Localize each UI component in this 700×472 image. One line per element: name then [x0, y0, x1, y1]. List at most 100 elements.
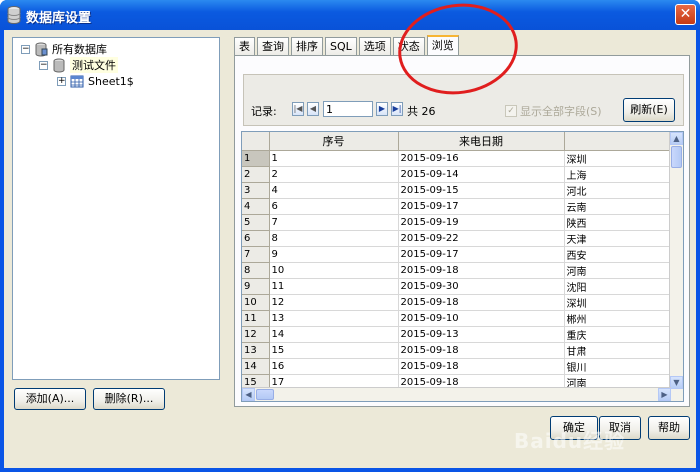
tab-options[interactable]: 选项 [358, 37, 391, 56]
cell-date[interactable]: 2015-09-10 [398, 310, 565, 327]
column-header-id[interactable]: 序号 [269, 132, 399, 151]
cell-id[interactable]: 11 [269, 278, 399, 295]
tab-sql[interactable]: SQL [325, 37, 357, 56]
cell-id[interactable]: 7 [269, 214, 399, 231]
cell-city[interactable]: 河南 [564, 262, 675, 279]
cell-id[interactable]: 13 [269, 310, 399, 327]
cell-id[interactable]: 4 [269, 182, 399, 199]
collapse-toggle-icon[interactable]: − [39, 60, 48, 70]
cell-date[interactable]: 2015-09-14 [398, 166, 565, 183]
table-row[interactable]: 8 10 2015-09-18 河南 [242, 262, 675, 279]
cell-city[interactable]: 郴州 [564, 310, 675, 327]
help-button[interactable]: 帮助 [648, 416, 690, 440]
tab-sort[interactable]: 排序 [291, 37, 323, 56]
cell-city[interactable]: 西安 [564, 246, 675, 263]
cell-date[interactable]: 2015-09-18 [398, 358, 565, 375]
table-row[interactable]: 14 16 2015-09-18 银川 [242, 358, 675, 375]
cell-id[interactable]: 16 [269, 358, 399, 375]
table-row[interactable]: 3 4 2015-09-15 河北 [242, 182, 675, 199]
horizontal-scroll-thumb[interactable] [256, 389, 274, 400]
tree-label: 测试文件 [70, 57, 118, 73]
cell-city[interactable]: 河北 [564, 182, 675, 199]
tree-item-all-databases[interactable]: − 所有数据库 [21, 41, 107, 57]
cell-date[interactable]: 2015-09-17 [398, 246, 565, 263]
tree-item-test-file[interactable]: − 测试文件 [39, 57, 118, 73]
scroll-right-icon[interactable]: ▶ [658, 388, 671, 401]
cell-city[interactable]: 深圳 [564, 294, 675, 311]
cell-city[interactable]: 云南 [564, 198, 675, 215]
data-grid[interactable]: 序号 来电日期 1 1 2015-09-16 深圳 2 2 2015-09-14 上海 3 4 20… [241, 131, 684, 402]
cell-date[interactable]: 2015-09-13 [398, 326, 565, 343]
records-table: 序号 来电日期 1 1 2015-09-16 深圳 2 2 2015-09-14 上海 3 4 20… [242, 132, 675, 401]
table-row[interactable]: 1 1 2015-09-16 深圳 [242, 150, 675, 167]
cell-date[interactable]: 2015-09-15 [398, 182, 565, 199]
prev-record-button[interactable]: ◀ [307, 102, 319, 116]
cell-date[interactable]: 2015-09-17 [398, 198, 565, 215]
table-row[interactable]: 12 14 2015-09-13 重庆 [242, 326, 675, 343]
cell-city[interactable]: 银川 [564, 358, 675, 375]
table-row[interactable]: 2 2 2015-09-14 上海 [242, 166, 675, 183]
cell-city[interactable]: 上海 [564, 166, 675, 183]
cell-id[interactable]: 10 [269, 262, 399, 279]
tree-item-sheet1[interactable]: + Sheet1$ [57, 73, 134, 89]
table-row[interactable]: 7 9 2015-09-17 西安 [242, 246, 675, 263]
database-tree[interactable]: − 所有数据库 − 测试文件 + Sheet1$ [12, 37, 220, 380]
first-record-button[interactable]: |◀ [292, 102, 304, 116]
tab-table[interactable]: 表 [234, 37, 255, 56]
cell-date[interactable]: 2015-09-18 [398, 294, 565, 311]
cell-id[interactable]: 12 [269, 294, 399, 311]
cell-date[interactable]: 2015-09-22 [398, 230, 565, 247]
add-button[interactable]: 添加(A)... [14, 388, 86, 410]
cell-date[interactable]: 2015-09-16 [398, 150, 565, 167]
watermark: Baidu经验 [514, 429, 626, 453]
collapse-toggle-icon[interactable]: − [21, 44, 30, 54]
cell-id[interactable]: 8 [269, 230, 399, 247]
scroll-up-icon[interactable]: ▲ [670, 132, 683, 145]
refresh-button[interactable]: 刷新(E) [623, 98, 675, 122]
cell-id[interactable]: 15 [269, 342, 399, 359]
cell-date[interactable]: 2015-09-19 [398, 214, 565, 231]
cell-id[interactable]: 1 [269, 150, 399, 167]
cell-date[interactable]: 2015-09-18 [398, 342, 565, 359]
table-row[interactable]: 11 13 2015-09-10 郴州 [242, 310, 675, 327]
title-bar[interactable]: 数据库设置 ✕ [0, 0, 700, 30]
row-number: 11 [242, 310, 270, 327]
tree-label: 所有数据库 [52, 43, 107, 56]
last-record-button[interactable]: ▶| [391, 102, 403, 116]
database-icon [53, 58, 65, 73]
table-row[interactable]: 4 6 2015-09-17 云南 [242, 198, 675, 215]
cell-city[interactable]: 陕西 [564, 214, 675, 231]
delete-button[interactable]: 删除(R)... [93, 388, 165, 410]
cell-city[interactable]: 甘肃 [564, 342, 675, 359]
cell-date[interactable]: 2015-09-18 [398, 262, 565, 279]
horizontal-scrollbar[interactable]: ◀ ▶ [242, 387, 671, 401]
scroll-left-icon[interactable]: ◀ [242, 388, 255, 401]
close-button[interactable]: ✕ [675, 4, 696, 25]
column-header-date[interactable]: 来电日期 [398, 132, 565, 151]
expand-toggle-icon[interactable]: + [57, 76, 66, 86]
cell-city[interactable]: 深圳 [564, 150, 675, 167]
cell-city[interactable]: 重庆 [564, 326, 675, 343]
show-all-fields-checkbox[interactable]: ✓ 显示全部字段(S) [505, 103, 602, 119]
cell-city[interactable]: 沈阳 [564, 278, 675, 295]
record-number-input[interactable] [323, 101, 373, 117]
next-record-button[interactable]: ▶ [376, 102, 388, 116]
vertical-scroll-thumb[interactable] [671, 146, 682, 168]
scroll-down-icon[interactable]: ▼ [670, 376, 683, 389]
table-row[interactable]: 13 15 2015-09-18 甘肃 [242, 342, 675, 359]
column-header-city[interactable] [564, 132, 675, 151]
cell-city[interactable]: 天津 [564, 230, 675, 247]
table-row[interactable]: 6 8 2015-09-22 天津 [242, 230, 675, 247]
table-row[interactable]: 5 7 2015-09-19 陕西 [242, 214, 675, 231]
cell-date[interactable]: 2015-09-30 [398, 278, 565, 295]
cell-id[interactable]: 9 [269, 246, 399, 263]
vertical-scrollbar[interactable]: ▲ ▼ [669, 132, 683, 401]
cell-id[interactable]: 2 [269, 166, 399, 183]
row-number: 12 [242, 326, 270, 343]
cell-id[interactable]: 14 [269, 326, 399, 343]
table-row[interactable]: 10 12 2015-09-18 深圳 [242, 294, 675, 311]
cell-id[interactable]: 6 [269, 198, 399, 215]
window-title: 数据库设置 [26, 11, 92, 26]
tab-query[interactable]: 查询 [257, 37, 289, 56]
table-row[interactable]: 9 11 2015-09-30 沈阳 [242, 278, 675, 295]
